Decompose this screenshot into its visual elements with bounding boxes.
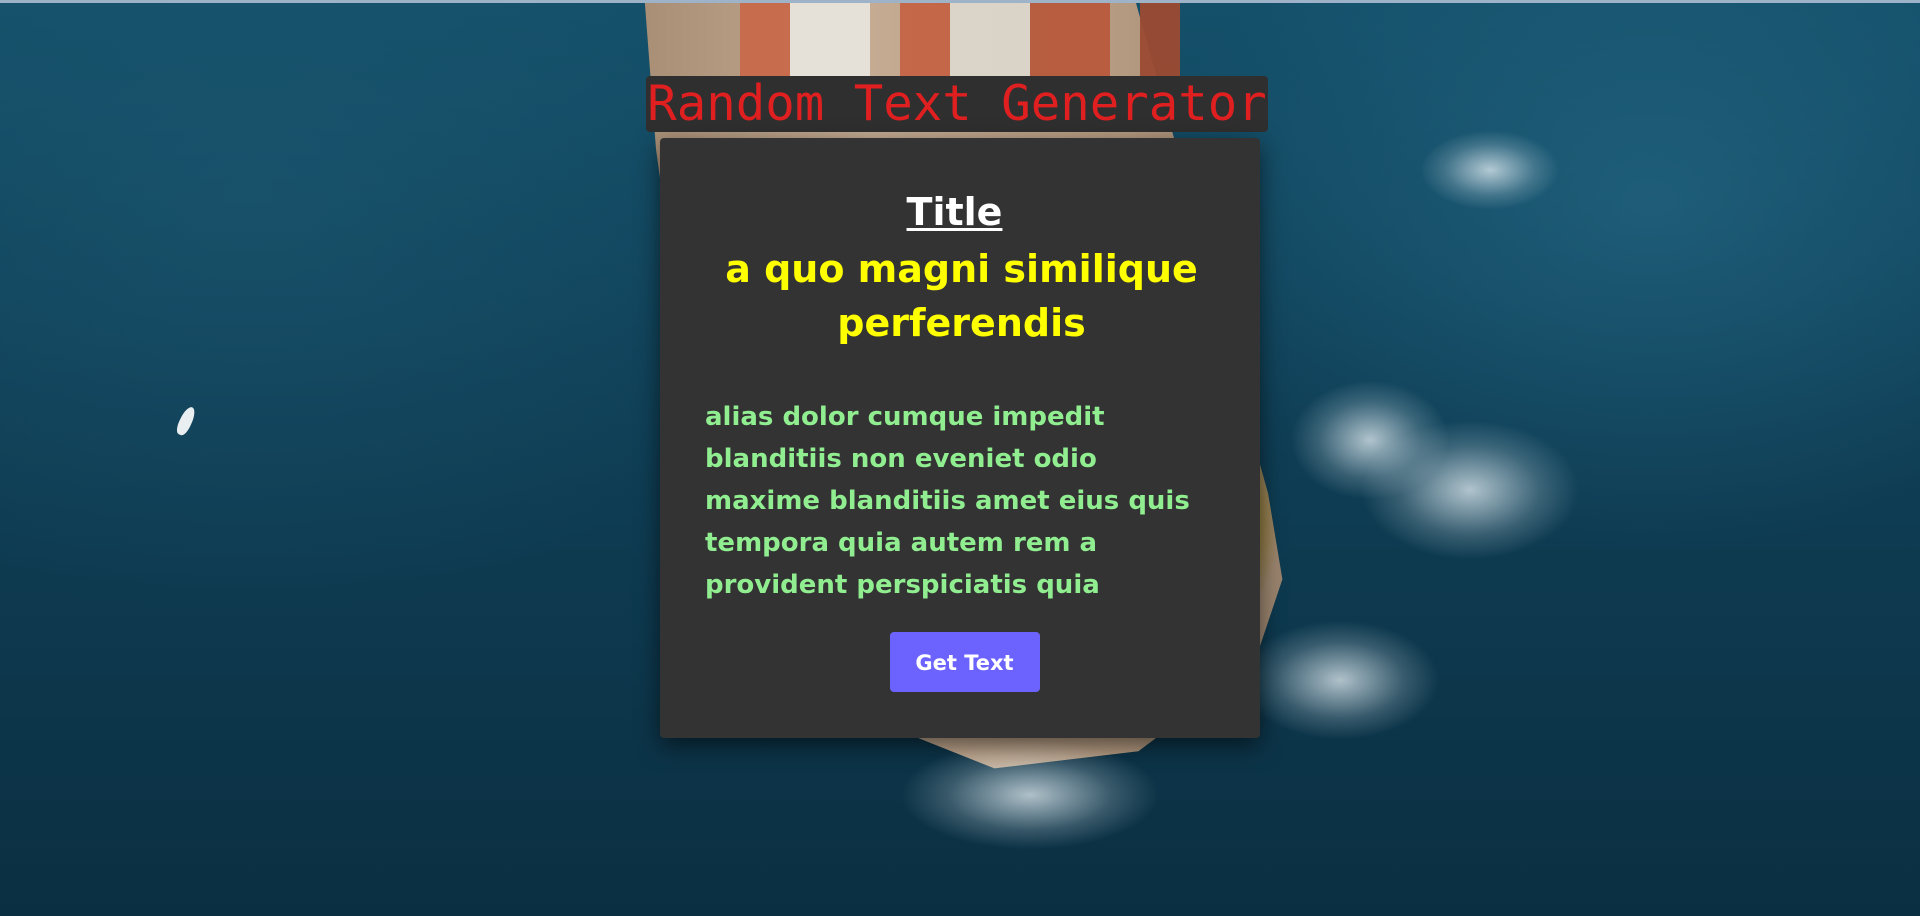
get-text-button[interactable]: Get Text xyxy=(889,632,1040,692)
text-card: Title a quo magni similique perferendis … xyxy=(660,138,1260,738)
title-label: Title xyxy=(906,190,1003,234)
wave-foam xyxy=(900,740,1160,850)
wave-foam xyxy=(1360,420,1580,560)
button-row: Get Text xyxy=(705,632,1204,692)
generated-title: a quo magni similique perferendis xyxy=(725,247,1198,345)
wave-foam xyxy=(1420,130,1560,210)
app-title: Random Text Generator xyxy=(646,76,1268,132)
window-top-border xyxy=(0,0,1920,3)
island-buildings xyxy=(700,0,1260,80)
generated-paragraph: alias dolor cumque impedit blanditiis no… xyxy=(705,402,1190,600)
wave-foam xyxy=(1240,620,1440,740)
